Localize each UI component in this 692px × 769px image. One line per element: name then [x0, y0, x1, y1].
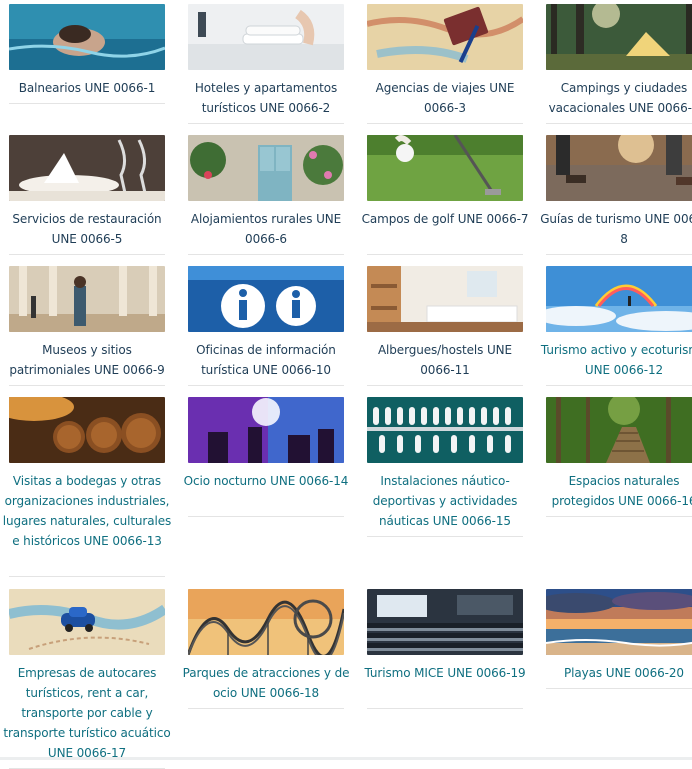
category-label[interactable]: Empresas de autocares turísticos, rent a…	[1, 663, 173, 763]
beach-sunset-photo[interactable]	[546, 589, 692, 655]
category-label[interactable]: Guías de turismo UNE 0066-8	[538, 209, 692, 249]
card-divider	[188, 123, 344, 124]
card-divider	[188, 254, 344, 255]
spa-person-in-pool-photo[interactable]	[9, 4, 165, 70]
rainbow-sky-person-photo[interactable]	[546, 266, 692, 332]
category-label[interactable]: Ocio nocturno UNE 0066-14	[180, 471, 352, 511]
card-divider	[9, 103, 165, 104]
wine-barrels-cellar-photo[interactable]	[9, 397, 165, 463]
conference-hall-photo[interactable]	[367, 589, 523, 655]
card-divider	[367, 536, 523, 537]
category-label[interactable]: Turismo activo y ecoturismo UNE 0066-12	[538, 340, 692, 380]
walking-on-cobblestones-photo[interactable]	[546, 135, 692, 201]
golf-club-and-ball-photo[interactable]	[367, 135, 523, 201]
marina-boats-aerial-photo[interactable]	[367, 397, 523, 463]
category-label[interactable]: Hoteles y apartamentos turísticos UNE 00…	[180, 78, 352, 118]
hostel-room-bunk-beds-photo[interactable]	[367, 266, 523, 332]
card-divider	[9, 254, 165, 255]
roller-coaster-photo[interactable]	[188, 589, 344, 655]
card-divider	[9, 385, 165, 386]
category-label[interactable]: Parques de atracciones y de ocio UNE 006…	[180, 663, 352, 703]
category-label[interactable]: Playas UNE 0066-20	[538, 663, 692, 683]
forest-path-stairs-photo[interactable]	[546, 397, 692, 463]
towels-on-bed-photo[interactable]	[188, 4, 344, 70]
rural-house-door-photo[interactable]	[188, 135, 344, 201]
information-sign-photo[interactable]	[188, 266, 344, 332]
category-label[interactable]: Balnearios UNE 0066-1	[1, 78, 173, 98]
category-label[interactable]: Campos de golf UNE 0066-7	[359, 209, 531, 249]
card-divider	[546, 254, 692, 255]
category-grid: Balnearios UNE 0066-1 Hoteles y apartamen…	[0, 0, 692, 769]
category-label[interactable]: Servicios de restauración UNE 0066-5	[1, 209, 173, 249]
card-divider	[546, 688, 692, 689]
category-label[interactable]: Turismo MICE UNE 0066-19	[359, 663, 531, 703]
card-divider	[367, 123, 523, 124]
category-label[interactable]: Alojamientos rurales UNE 0066-6	[180, 209, 352, 249]
category-label[interactable]: Espacios naturales protegidos UNE 0066-1…	[538, 471, 692, 511]
card-divider	[367, 254, 523, 255]
category-label[interactable]: Campings y ciudades vacacionales UNE 006…	[538, 78, 692, 118]
card-divider	[367, 385, 523, 386]
category-label[interactable]: Agencias de viajes UNE 0066-3	[359, 78, 531, 118]
card-divider	[367, 708, 523, 709]
card-divider	[188, 516, 344, 517]
toy-car-on-map-photo[interactable]	[9, 589, 165, 655]
nightclub-crowd-photo[interactable]	[188, 397, 344, 463]
card-divider	[546, 516, 692, 517]
category-label[interactable]: Albergues/hostels UNE 0066-11	[359, 340, 531, 380]
card-divider	[188, 385, 344, 386]
card-divider	[546, 385, 692, 386]
card-divider	[9, 576, 165, 577]
card-divider	[546, 123, 692, 124]
category-label[interactable]: Oficinas de información turística UNE 00…	[180, 340, 352, 380]
category-label[interactable]: Instalaciones náutico-deportivas y activ…	[359, 471, 531, 531]
category-label[interactable]: Museos y sitios patrimoniales UNE 0066-9	[1, 340, 173, 380]
card-divider	[188, 708, 344, 709]
tent-in-forest-photo[interactable]	[546, 4, 692, 70]
map-and-passport-photo[interactable]	[367, 4, 523, 70]
category-label[interactable]: Visitas a bodegas y otras organizaciones…	[1, 471, 173, 571]
museum-hall-visitors-photo[interactable]	[9, 266, 165, 332]
restaurant-table-setting-photo[interactable]	[9, 135, 165, 201]
